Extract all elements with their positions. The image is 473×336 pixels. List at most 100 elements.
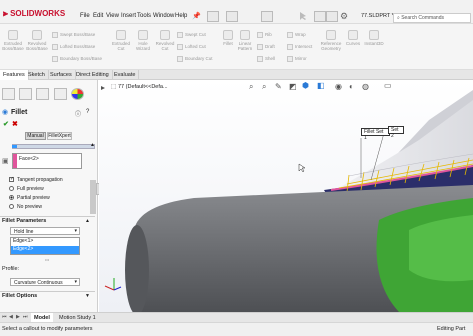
fillet-options-header[interactable]: Fillet Options (2, 293, 37, 299)
extruded-boss-button[interactable]: Extruded Boss/Base (2, 30, 24, 51)
menu-window[interactable]: Window (153, 13, 174, 19)
filletxpert-tab[interactable]: FilletXpert (47, 132, 72, 140)
menu-view[interactable]: View (106, 13, 119, 19)
slider-thumb[interactable] (12, 145, 17, 148)
select-arrow-icon[interactable] (298, 11, 310, 22)
tab-evaluate[interactable]: Evaluate (111, 70, 140, 80)
menu-tools[interactable]: Tools (137, 13, 151, 19)
button-label: Swept Boss/Base (60, 32, 96, 38)
menu-insert[interactable]: Insert (121, 13, 136, 19)
feature-manager-tab-icon[interactable] (2, 88, 15, 100)
mirror-button[interactable]: Mirror (287, 56, 307, 62)
profile-dropdown[interactable]: Curvature Continuous (10, 278, 80, 286)
new-document-icon[interactable] (207, 11, 219, 22)
linear-pattern-button[interactable]: Linear Pattern (236, 30, 254, 51)
apply-scene-icon[interactable]: ◍ (362, 82, 369, 91)
edge-item-1[interactable]: Edge<1> (11, 238, 79, 245)
reference-geometry-button[interactable]: Reference Geometry (318, 30, 344, 51)
hide-show-items-icon[interactable]: ◉ (335, 82, 342, 91)
collapse-chevron-icon[interactable]: ▲ (90, 142, 95, 148)
draft-button[interactable]: Draft (257, 44, 275, 50)
help-question-icon[interactable]: ? (86, 109, 89, 115)
view-settings-icon[interactable]: ▭ (384, 81, 392, 90)
hole-wizard-button[interactable]: Hole Wizard (133, 30, 153, 51)
tree-expand-icon[interactable] (101, 86, 105, 90)
edit-appearance-icon[interactable]: ◐ (349, 82, 354, 91)
graphics-area[interactable]: ⌕ ⌕ ✎ ◩ ⬢ ◧ ◉ ◐ ◍ ▭ ⬚ 77 (Default<<Defa.… (99, 80, 473, 312)
extruded-cut-button[interactable]: Extruded Cut (110, 30, 132, 51)
radius-slider[interactable] (12, 144, 95, 149)
full-preview-radio[interactable]: Full preview (9, 186, 44, 192)
last-tab-arrow-icon[interactable]: ⏭ (23, 314, 28, 320)
view-orientation-icon[interactable]: ⬢ (302, 81, 309, 90)
previous-view-icon[interactable]: ✎ (275, 82, 282, 91)
resize-handle-icon[interactable]: ••• (45, 257, 49, 262)
tab-direct-editing[interactable]: Direct Editing (73, 70, 113, 80)
zoom-to-fit-icon[interactable]: ⌕ (249, 82, 253, 92)
solidworks-logo[interactable]: ⫸ SOLIDWORKS (3, 8, 65, 19)
curves-button[interactable]: Curves (345, 30, 361, 46)
prev-tab-arrow-icon[interactable]: ◀ (9, 314, 13, 320)
edge-item-2[interactable]: Edge<2> (11, 246, 79, 254)
tangent-propagation-checkbox[interactable]: Tangent propagation (9, 176, 63, 183)
intersect-button[interactable]: Intersect (287, 44, 312, 50)
curves-icon (348, 30, 358, 40)
search-commands-input[interactable]: ⌕ Search Commands (393, 13, 471, 23)
fillet-set-1-callout[interactable]: Fillet Set 1 (361, 128, 390, 141)
manual-tab[interactable]: Manual (25, 132, 46, 140)
open-icon[interactable] (226, 11, 238, 22)
menu-file[interactable]: File (80, 13, 90, 19)
next-tab-arrow-icon[interactable]: ▶ (16, 314, 20, 320)
menu-help[interactable]: Help (175, 13, 187, 19)
button-label: Instant3D (364, 41, 384, 46)
cylinder-end-face[interactable] (125, 225, 149, 312)
collapse-chevron-icon[interactable]: ▲ (85, 218, 90, 224)
options-gear-icon[interactable]: ⚙ (340, 11, 348, 22)
face-item[interactable]: Face<2> (19, 156, 39, 162)
property-manager-tab-icon[interactable] (19, 88, 32, 100)
cancel-x-icon[interactable]: ✖ (12, 120, 18, 128)
display-style-icon[interactable]: ◧ (317, 81, 325, 90)
swept-cut-icon (177, 32, 183, 38)
expand-chevron-icon[interactable]: ▼ (85, 293, 90, 299)
configuration-manager-tab-icon[interactable] (36, 88, 49, 100)
fillet-method-dropdown[interactable]: Hold line (10, 227, 80, 235)
fillet-button[interactable]: Fillet (221, 30, 235, 46)
instant3d-button[interactable]: Instant3D (364, 30, 384, 46)
file-properties-icon[interactable] (326, 11, 338, 22)
lofted-cut-button[interactable]: Lofted Cut (177, 44, 206, 50)
rib-button[interactable]: Rib (257, 32, 272, 38)
ok-check-icon[interactable]: ✔ (3, 120, 9, 128)
help-icon[interactable]: ⓘ (75, 109, 81, 118)
display-manager-tab-icon[interactable] (71, 88, 84, 100)
boundary-boss-button[interactable]: Boundary Boss/Base (52, 56, 102, 62)
rebuild-icon[interactable] (314, 11, 326, 22)
boundary-cut-icon (177, 56, 183, 62)
lofted-boss-button[interactable]: Lofted Boss/Base (52, 44, 95, 50)
revolved-cut-button[interactable]: Revolved Cut (154, 30, 176, 51)
print-icon[interactable] (261, 11, 273, 22)
face-selection-box[interactable]: Face<2> (12, 153, 82, 169)
tab-sketch[interactable]: Sketch (25, 70, 49, 80)
edge-selection-list[interactable]: Edge<1> Edge<2> (10, 237, 80, 255)
button-label: Extruded Boss/Base (2, 41, 24, 51)
first-tab-arrow-icon[interactable]: ⏮ (2, 314, 7, 320)
fillet-parameters-header[interactable]: Fillet Parameters (2, 218, 46, 224)
pin-icon[interactable]: 📌 (192, 12, 201, 20)
section-view-icon[interactable]: ◩ (289, 82, 297, 91)
swept-cut-button[interactable]: Swept Cut (177, 32, 206, 38)
boundary-cut-button[interactable]: Boundary Cut (177, 56, 213, 62)
menu-edit[interactable]: Edit (93, 13, 103, 19)
shell-button[interactable]: Shell (257, 56, 275, 62)
radio-icon (9, 186, 14, 192)
dimxpert-tab-icon[interactable] (54, 88, 67, 100)
partial-preview-radio[interactable]: Partial preview (9, 195, 50, 201)
no-preview-radio[interactable]: No preview (9, 204, 42, 210)
fillet-set-2-callout[interactable]: Set 2 (388, 126, 404, 139)
revolved-boss-button[interactable]: Revolved Boss/Base (26, 30, 48, 51)
tree-root-label[interactable]: 77 (Default<<Defa... (118, 84, 168, 90)
tab-surfaces[interactable]: Surfaces (47, 70, 76, 80)
zoom-area-icon[interactable]: ⌕ (262, 82, 266, 92)
swept-boss-button[interactable]: Swept Boss/Base (52, 32, 95, 38)
wrap-button[interactable]: Wrap (287, 32, 306, 38)
